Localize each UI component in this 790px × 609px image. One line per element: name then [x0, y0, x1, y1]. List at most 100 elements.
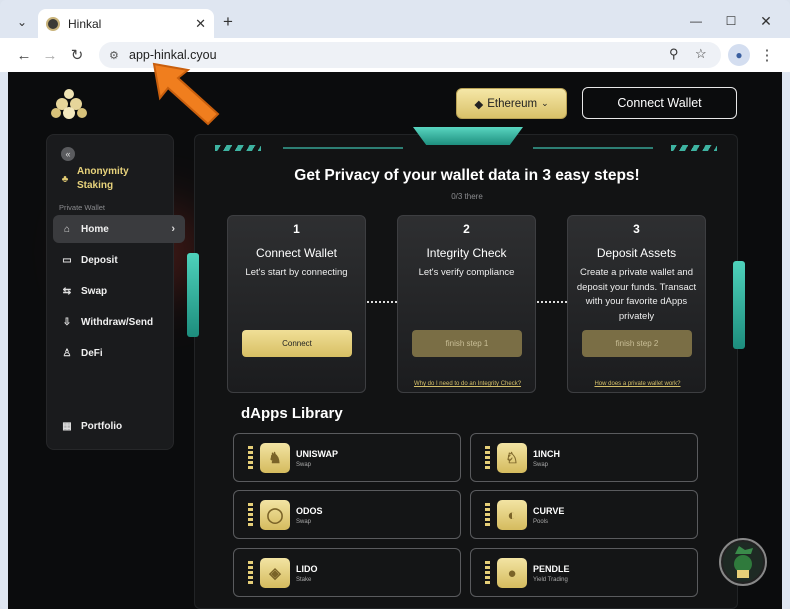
- chevron-down-icon: ⌄: [541, 98, 549, 108]
- sidebar-item-defi[interactable]: ♙ DeFi: [53, 339, 185, 367]
- maximize-icon[interactable]: ☐: [722, 12, 740, 30]
- progress-text: 0/3 there: [451, 192, 483, 201]
- panel-top-accent: [413, 127, 523, 145]
- dapp-type: Pools: [533, 519, 549, 525]
- browser-window: ⌄ Hinkal ✕ + ― ☐ ✕ ← → ↻ ⚙ app-hinkal.cy…: [0, 0, 790, 609]
- integrity-check-link[interactable]: Why do I need to do an Integrity Check?: [398, 381, 537, 387]
- annotation-arrow-icon: [152, 62, 220, 126]
- drag-handle-icon: [248, 446, 253, 470]
- browser-toolbar: ← → ↻ ⚙ app-hinkal.cyou ⚲ ☆ ● ⋮: [0, 38, 790, 72]
- unicorn-icon: ♞: [260, 443, 290, 473]
- sidebar-item-portfolio[interactable]: ▦ Portfolio: [53, 412, 185, 440]
- unicorn-head-icon: ♘: [497, 443, 527, 473]
- menu-kebab-icon[interactable]: ⋮: [757, 45, 777, 65]
- sidebar-item-home[interactable]: ⌂ Home ›: [53, 215, 185, 243]
- step-card-1: 1 Connect Wallet Let's start by connecti…: [227, 215, 366, 393]
- step-connector: [537, 301, 567, 303]
- tab-strip: ⌄ Hinkal ✕ + ― ☐ ✕: [0, 0, 790, 38]
- sidebar-item-label: Swap: [81, 285, 108, 297]
- dapp-name: LIDO: [296, 564, 318, 574]
- ring-icon: ◯: [260, 500, 290, 530]
- mascot-icon: [723, 542, 763, 582]
- step-title: Deposit Assets: [596, 246, 677, 260]
- connect-button[interactable]: Connect: [242, 330, 352, 357]
- chevron-right-icon: ›: [171, 223, 175, 235]
- sidebar-item-label: Home: [81, 223, 109, 235]
- dapp-name: 1INCH: [533, 449, 561, 459]
- step-title: Connect Wallet: [256, 246, 337, 260]
- step-number: 1: [293, 222, 300, 236]
- tab-search-chevron-icon[interactable]: ⌄: [12, 12, 32, 32]
- portfolio-icon: ▦: [62, 420, 72, 432]
- panel-rail-left: [187, 253, 199, 337]
- close-tab-icon[interactable]: ✕: [195, 16, 206, 32]
- home-icon: ⌂: [63, 223, 71, 235]
- panel-stripes-left: [215, 145, 261, 151]
- dapp-name: CURVE: [533, 506, 565, 516]
- curve-icon: ◐: [497, 500, 527, 530]
- bookmark-star-icon[interactable]: ☆: [695, 46, 707, 62]
- site-settings-icon[interactable]: ⚙: [109, 49, 123, 62]
- sidebar-item-withdraw[interactable]: ⇩ Withdraw/Send: [53, 308, 185, 336]
- drag-handle-icon: [485, 561, 490, 585]
- staking-label-line1: Anonymity: [77, 166, 129, 177]
- sidebar-item-label: Withdraw/Send: [81, 316, 154, 328]
- back-icon[interactable]: ←: [14, 45, 34, 65]
- panel-line-left: [283, 147, 403, 149]
- sidebar-item-label: Deposit: [81, 254, 118, 266]
- collapse-sidebar-icon[interactable]: «: [61, 147, 75, 161]
- anonymity-staking-link[interactable]: ♣ Anonymity Staking: [59, 165, 129, 193]
- main-panel: Get Privacy of your wallet data in 3 eas…: [187, 127, 745, 609]
- close-window-icon[interactable]: ✕: [757, 12, 775, 30]
- minimize-icon[interactable]: ―: [687, 12, 705, 30]
- forward-icon[interactable]: →: [40, 45, 60, 65]
- step-connector: [367, 301, 397, 303]
- dapp-name: UNISWAP: [296, 449, 339, 459]
- panel-line-right: [533, 147, 653, 149]
- dapp-name: ODOS: [296, 506, 323, 516]
- drag-handle-icon: [485, 503, 490, 527]
- dapp-card-pendle[interactable]: ● PENDLE Yield Trading: [470, 548, 698, 597]
- sidebar-item-deposit[interactable]: ▭ Deposit: [53, 246, 185, 274]
- connect-wallet-button[interactable]: Connect Wallet: [582, 87, 737, 119]
- dapp-type: Swap: [296, 462, 312, 468]
- zoom-icon[interactable]: ⚲: [669, 46, 679, 62]
- step-card-2: 2 Integrity Check Let's verify complianc…: [397, 215, 536, 393]
- new-tab-button[interactable]: +: [218, 12, 238, 32]
- reload-icon[interactable]: ↻: [67, 45, 87, 65]
- network-selector[interactable]: ◆ Ethereum ⌄: [456, 88, 567, 119]
- drag-handle-icon: [248, 561, 253, 585]
- chat-assistant-button[interactable]: [719, 538, 767, 586]
- step-card-3: 3 Deposit Assets Create a private wallet…: [567, 215, 706, 393]
- web-page: ◆ Ethereum ⌄ Connect Wallet « ♣ Anonymit…: [8, 72, 782, 609]
- step-title: Integrity Check: [426, 246, 507, 260]
- dapp-type: Swap: [296, 519, 312, 525]
- dapp-card-uniswap[interactable]: ♞ UNISWAP Swap: [233, 433, 461, 482]
- sidebar-item-label: DeFi: [81, 347, 103, 359]
- finish-step-2-button[interactable]: finish step 2: [582, 330, 692, 357]
- dapp-type: Stake: [296, 577, 312, 583]
- drop-icon: ◈: [260, 558, 290, 588]
- dapp-card-odos[interactable]: ◯ ODOS Swap: [233, 490, 461, 539]
- dapp-card-1inch[interactable]: ♘ 1INCH Swap: [470, 433, 698, 482]
- swap-icon: ⇆: [62, 285, 72, 297]
- defi-icon: ♙: [62, 347, 72, 359]
- dapp-card-lido[interactable]: ◈ LIDO Stake: [233, 548, 461, 597]
- drag-handle-icon: [248, 503, 253, 527]
- finish-step-1-button[interactable]: finish step 1: [412, 330, 522, 357]
- staking-icon: ♣: [61, 173, 69, 185]
- withdraw-icon: ⇩: [62, 316, 72, 328]
- step-number: 3: [633, 222, 640, 236]
- private-wallet-link[interactable]: How does a private wallet work?: [568, 381, 707, 387]
- sidebar-item-swap[interactable]: ⇆ Swap: [53, 277, 185, 305]
- pendle-icon: ●: [497, 558, 527, 588]
- drag-handle-icon: [485, 446, 490, 470]
- dapp-type: Yield Trading: [533, 577, 568, 583]
- dapps-library-title: dApps Library: [241, 405, 343, 422]
- dapp-card-curve[interactable]: ◐ CURVE Pools: [470, 490, 698, 539]
- dapp-name: PENDLE: [533, 564, 570, 574]
- url-text: app-hinkal.cyou: [129, 48, 217, 62]
- browser-tab[interactable]: Hinkal ✕: [38, 9, 214, 38]
- profile-icon[interactable]: ●: [728, 44, 750, 66]
- panel-stripes-right: [671, 145, 717, 151]
